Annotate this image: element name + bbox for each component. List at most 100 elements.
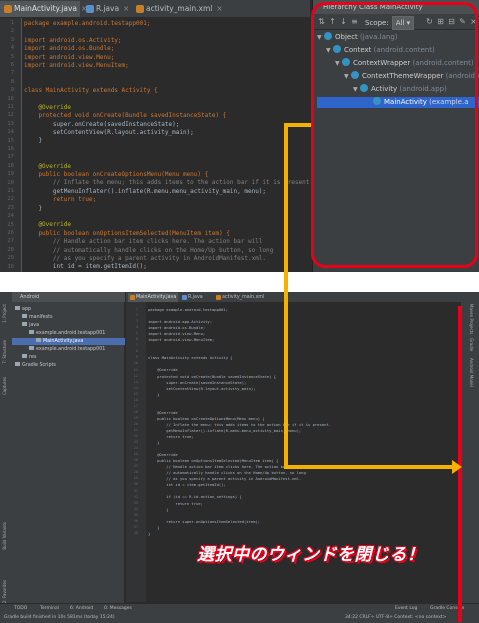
line-number: 13: [7, 120, 14, 127]
tab-activity-main-xml[interactable]: activity_main.xml ×: [132, 1, 223, 17]
project-tree-item[interactable]: java: [22, 322, 39, 329]
connector-arrow: [284, 123, 311, 127]
line-number: 10: [133, 361, 138, 366]
line-number: 24: [7, 213, 14, 220]
side-tab[interactable]: 1: Project: [2, 304, 7, 323]
project-tree-item[interactable]: app: [15, 306, 31, 313]
line-number: 3: [135, 319, 138, 324]
line-number: 6: [10, 62, 14, 68]
code-line: package example.android.testapp001;: [24, 20, 151, 27]
code-editor[interactable]: package example.android.testapp001; impor…: [24, 20, 310, 272]
code-line: // Inflate the menu; this adds items to …: [24, 179, 310, 187]
tree-label: res: [29, 355, 37, 360]
side-tab[interactable]: Android Model: [469, 358, 474, 387]
line-number: 15: [133, 391, 138, 396]
tab-r-java[interactable]: R.java: [180, 293, 212, 302]
connector-arrow: [284, 465, 454, 469]
line-number: 25: [133, 452, 138, 457]
xml-file-icon: [216, 295, 221, 300]
project-tree-item[interactable]: MainActivity.java: [12, 338, 125, 345]
project-tree-item[interactable]: example.android.testapp001: [29, 330, 105, 337]
line-number: 23: [133, 440, 138, 445]
tab-activity-main-xml[interactable]: activity_main.xml: [214, 293, 270, 302]
line-number: 34: [133, 506, 138, 511]
line-number: 13: [133, 379, 138, 384]
line-number: 19: [133, 415, 138, 420]
side-tab[interactable]: 2: Favorites: [2, 580, 7, 603]
annotation-caption: 選択中のウィンドを閉じる！: [197, 545, 425, 565]
project-tree-item[interactable]: example.android.testapp001: [29, 346, 105, 353]
code-line: }: [148, 530, 151, 536]
line-number: 16: [133, 397, 138, 402]
code-editor[interactable]: package example.android.testapp001; impor…: [148, 307, 458, 567]
line-number: 7: [135, 343, 138, 348]
project-tree-item[interactable]: manifests: [22, 314, 53, 321]
folder-icon: [15, 306, 20, 310]
connector-arrow: [284, 123, 288, 469]
project-selector[interactable]: Android: [12, 292, 125, 302]
tree-label: Gradle Scripts: [22, 363, 56, 368]
java-file-icon: [4, 5, 12, 13]
close-icon[interactable]: ×: [216, 4, 222, 13]
line-number: 21: [133, 428, 138, 432]
line-number: 37: [133, 524, 138, 529]
line-number: 38: [133, 530, 138, 535]
code-line: return true;: [24, 196, 97, 204]
code-line: @Override: [24, 103, 71, 111]
side-tab[interactable]: Build Variants: [2, 522, 7, 550]
code-line: setContentView(R.layout.activity_main);: [24, 129, 194, 137]
tab-mainactivity[interactable]: MainActivity.java: [128, 293, 178, 302]
line-number: 19: [7, 171, 14, 178]
code-line: // Handle action bar item clicks here. T…: [24, 238, 263, 246]
line-number: 28: [7, 246, 14, 253]
tree-label: MainActivity.java: [43, 339, 84, 344]
tree-label: example.android.testapp001: [36, 347, 106, 352]
line-number: 15: [7, 137, 14, 144]
code-line: }: [24, 204, 43, 212]
line-number: 9: [135, 355, 138, 360]
code-line: getMenuInflater().inflate(R.menu.menu_ac…: [24, 187, 267, 195]
xml-file-icon: [136, 5, 144, 13]
side-tab[interactable]: Gradle: [469, 338, 474, 351]
tab-r-java[interactable]: R.java ×: [82, 1, 130, 17]
code-line: int id = item.getItemId();: [24, 263, 147, 271]
line-number: 9: [10, 87, 14, 94]
tree-label: app: [22, 307, 32, 312]
code-line: import android.view.Menu;: [24, 53, 115, 61]
line-number: 1: [10, 20, 14, 26]
left-tool-strip: 1: Project 7: Structure Captures Build Vari…: [0, 292, 12, 612]
tool-window-bar: TODO Terminal 6: Android 0: Messages Event L…: [0, 603, 479, 613]
project-tree-item[interactable]: res: [22, 354, 36, 361]
code-line: // automatically handle clicks on the Ho…: [24, 246, 274, 254]
code-line: public boolean onCreateOptionsMenu(Menu …: [24, 171, 209, 179]
line-number: 29: [7, 255, 14, 262]
line-number-gutter: 1 2 3 4 5 6 7 8 9 10 11 12 13 14 15 16 17 18 19 20 21 22 23 24 2…: [0, 18, 22, 272]
code-line: @Override: [24, 221, 71, 229]
highlight-frame: [311, 2, 478, 268]
folder-icon: [36, 338, 41, 342]
line-number: 25: [7, 221, 14, 228]
project-tree-item[interactable]: Gradle Scripts: [15, 362, 56, 369]
line-number: 14: [7, 129, 14, 136]
close-icon[interactable]: ×: [123, 4, 129, 13]
side-tab[interactable]: Maven Projects: [469, 304, 474, 334]
side-tab[interactable]: 7: Structure: [2, 340, 7, 364]
folder-icon: [29, 330, 34, 334]
tree-label: manifests: [29, 315, 53, 320]
line-number: 4: [135, 325, 138, 330]
line-number: 22: [133, 434, 138, 439]
line-number: 32: [133, 494, 138, 499]
ide-top-screenshot: MainActivity.java × R.java × activity_main…: [0, 0, 479, 272]
line-number: 23: [7, 204, 14, 211]
code-line: protected void onCreate(Bundle savedInst…: [24, 112, 227, 120]
side-tab[interactable]: Captures: [2, 377, 7, 395]
line-number: 26: [7, 230, 14, 236]
folder-icon: [22, 354, 27, 358]
code-line: }: [24, 137, 43, 145]
tab-mainactivity[interactable]: MainActivity.java ×: [0, 1, 87, 17]
